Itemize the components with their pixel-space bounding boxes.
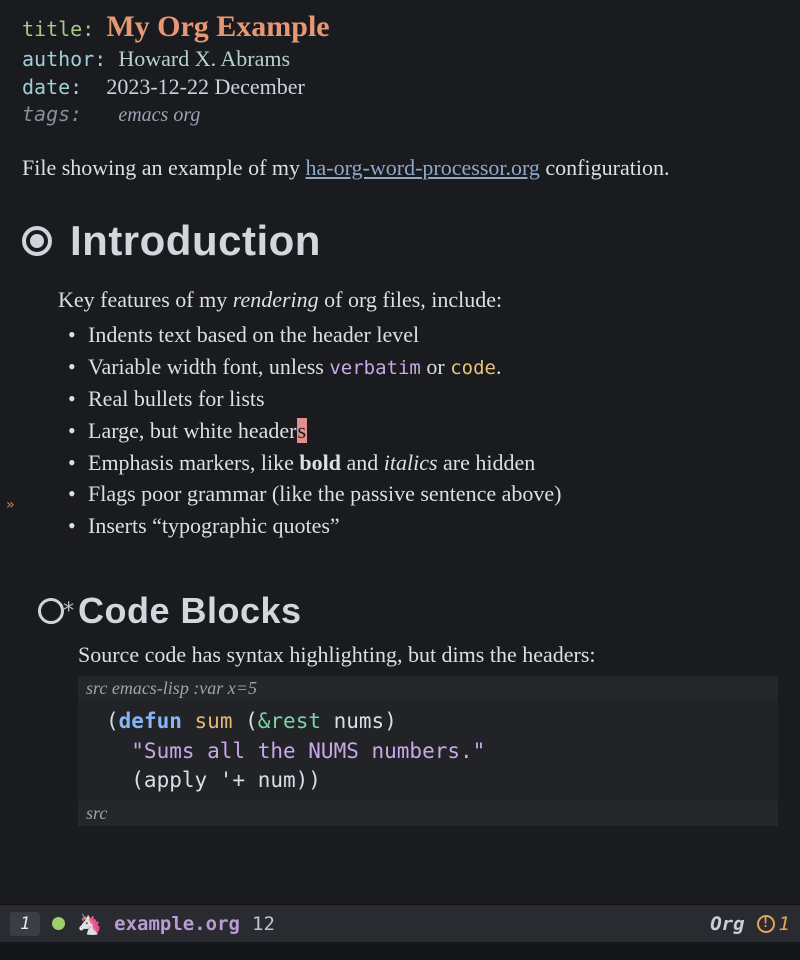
meta-author-line: author: Howard X. Abrams (22, 46, 778, 72)
section-body: Key features of my rendering of org file… (58, 287, 778, 542)
echo-area (0, 942, 800, 960)
heading-code-blocks: Code Blocks (78, 590, 302, 632)
cursor-position: s (297, 418, 308, 443)
verbatim-text: verbatim (329, 357, 421, 379)
feature-list: Indents text based on the header level V… (58, 319, 778, 542)
heading-bullet-icon (38, 598, 64, 624)
meta-tags-key: tags: (22, 102, 82, 126)
heading-introduction: Introduction (70, 217, 321, 265)
features-lead: Key features of my rendering of org file… (58, 287, 778, 313)
list-item: Large, but white headers (58, 415, 778, 447)
section-code-blocks: * Code Blocks Source code has syntax hig… (22, 590, 778, 826)
buffer-filename[interactable]: example.org (114, 913, 240, 935)
major-mode[interactable]: Org (710, 913, 744, 935)
unicorn-icon: 🦄 (77, 912, 102, 936)
flycheck-indicator[interactable]: ! 1 (757, 913, 790, 935)
meta-title-value: My Org Example (106, 10, 329, 43)
src-lead-paragraph: Source code has syntax highlighting, but… (78, 642, 778, 668)
code-text: code (450, 357, 496, 379)
config-link[interactable]: ha-org-word-processor.org (306, 155, 540, 180)
line-number: 12 (252, 913, 275, 935)
meta-date-value: 2023-12-22 December (106, 74, 305, 99)
warning-icon: ! (757, 915, 775, 933)
heading-bullet-icon (22, 226, 52, 256)
italic-sample: italics (384, 450, 438, 475)
intro-paragraph: File showing an example of my ha-org-wor… (22, 155, 778, 181)
meta-date-key: date (22, 75, 70, 99)
heading-star: * (62, 599, 75, 624)
meta-author-value: Howard X. Abrams (118, 46, 290, 71)
fringe-indicator-icon: » (6, 497, 14, 513)
list-item: Real bullets for lists (58, 383, 778, 415)
list-item: Inserts “typographic quotes” (58, 510, 778, 542)
warning-count: 1 (779, 913, 790, 935)
list-item: Flags poor grammar (like the passive sen… (58, 478, 778, 510)
list-item: Indents text based on the header level (58, 319, 778, 351)
buffer-area[interactable]: title: My Org Example author: Howard X. … (0, 0, 800, 904)
heading-row: Introduction (22, 217, 778, 265)
window-number[interactable]: 1 (10, 912, 40, 936)
list-item: Emphasis markers, like bold and italics … (58, 447, 778, 479)
src-end-line: src (78, 801, 778, 826)
section-introduction: Introduction Key features of my renderin… (22, 217, 778, 542)
meta-title-line: title: My Org Example (22, 10, 778, 44)
src-code[interactable]: (defun sum (&rest nums) "Sums all the NU… (78, 701, 778, 801)
heading-row: * Code Blocks (38, 590, 778, 632)
src-begin-line: src emacs-lisp :var x=5 (78, 676, 778, 701)
meta-tags-value: emacs org (118, 104, 200, 126)
modeline[interactable]: 1 🦄 example.org 12 Org ! 1 (0, 904, 800, 942)
meta-date-line: date: 2023-12-22 December (22, 74, 778, 100)
source-block: src emacs-lisp :var x=5 (defun sum (&res… (78, 676, 778, 826)
meta-tags-line: tags: emacs org (22, 102, 778, 127)
meta-title-key: title (22, 17, 82, 41)
list-item: Variable width font, unless verbatim or … (58, 351, 778, 383)
buffer-state-icon (52, 917, 65, 930)
editor-frame: title: My Org Example author: Howard X. … (0, 0, 800, 960)
bold-sample: bold (299, 450, 341, 475)
meta-author-key: author (22, 47, 94, 71)
